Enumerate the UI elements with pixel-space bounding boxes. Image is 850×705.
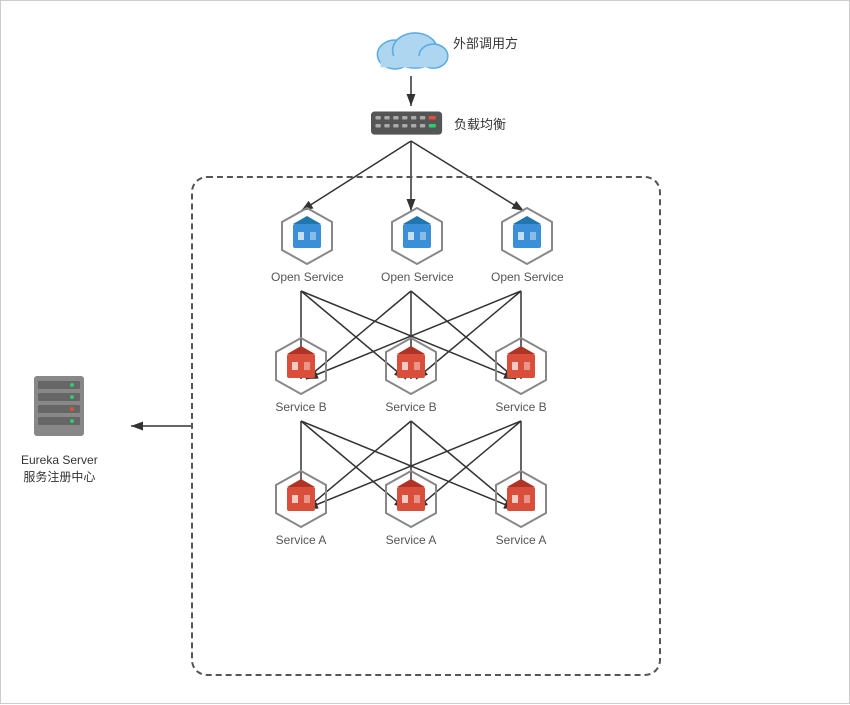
- service-b-1-label: Service B: [271, 400, 331, 414]
- service-a-3: Service A: [491, 469, 551, 547]
- service-a-1: Service A: [271, 469, 331, 547]
- service-b-2-label: Service B: [381, 400, 441, 414]
- service-a-3-label: Service A: [491, 533, 551, 547]
- open-service-3-icon: [497, 206, 557, 266]
- open-service-1-icon: [277, 206, 337, 266]
- open-service-2-label: Open Service: [381, 270, 454, 284]
- cloud-icon: [371, 21, 451, 76]
- service-a-3-icon: [491, 469, 551, 529]
- open-service-3: Open Service: [491, 206, 564, 284]
- service-a-2: Service A: [381, 469, 441, 547]
- diagram: 外部调用方 负载均衡: [1, 1, 850, 705]
- service-b-3: Service B: [491, 336, 551, 414]
- open-service-2-icon: [387, 206, 447, 266]
- open-service-1: Open Service: [271, 206, 344, 284]
- eureka-server-node: Eureka Server 服务注册中心: [21, 371, 98, 486]
- service-a-1-icon: [271, 469, 331, 529]
- service-a-2-icon: [381, 469, 441, 529]
- open-service-1-label: Open Service: [271, 270, 344, 284]
- service-b-3-icon: [491, 336, 551, 396]
- cloud-node: 外部调用方: [371, 21, 451, 81]
- service-b-1-icon: [271, 336, 331, 396]
- open-service-3-label: Open Service: [491, 270, 564, 284]
- eureka-server-icon: [24, 371, 94, 441]
- service-a-1-label: Service A: [271, 533, 331, 547]
- cloud-label: 外部调用方: [453, 33, 518, 52]
- load-balancer-node: 负载均衡: [371, 109, 451, 144]
- lb-label: 负载均衡: [454, 114, 506, 133]
- service-a-2-label: Service A: [381, 533, 441, 547]
- service-b-3-label: Service B: [491, 400, 551, 414]
- load-balancer-icon: [371, 109, 451, 139]
- service-b-2-icon: [381, 336, 441, 396]
- service-b-2: Service B: [381, 336, 441, 414]
- eureka-label: Eureka Server 服务注册中心: [21, 452, 98, 486]
- service-b-1: Service B: [271, 336, 331, 414]
- open-service-2: Open Service: [381, 206, 454, 284]
